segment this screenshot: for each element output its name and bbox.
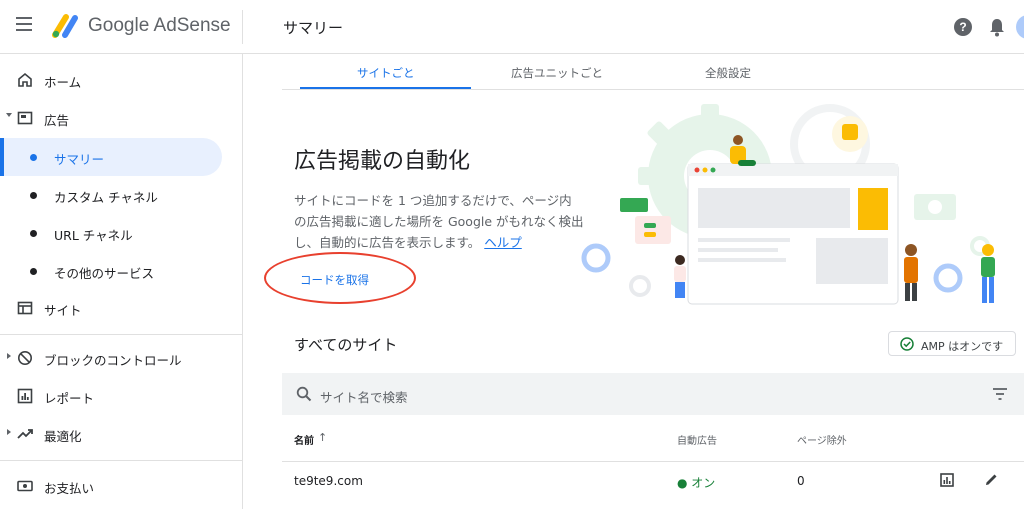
notifications-bell-icon[interactable] — [989, 17, 1005, 37]
chevron-right-icon[interactable] — [7, 429, 11, 435]
site-name-cell[interactable]: te9te9.com — [294, 474, 363, 488]
sidebar-subitem-custom-channels[interactable]: カスタム チャネル — [0, 176, 242, 214]
bullet-icon — [30, 230, 37, 237]
sidebar: ホーム 広告 サマリー カスタム チャネル URL チャネル その他のサービス … — [0, 54, 243, 509]
page-exclusions-cell: 0 — [797, 474, 805, 488]
sidebar-item-label: サマリー — [54, 152, 105, 167]
person-standing-icon — [674, 255, 686, 298]
sidebar-item-label: カスタム チャネル — [54, 190, 158, 205]
sidebar-item-blocking-controls[interactable]: ブロックのコントロール — [0, 340, 242, 376]
reports-icon — [17, 388, 33, 404]
payments-icon — [17, 480, 33, 492]
check-circle-icon — [900, 337, 914, 351]
sidebar-item-label: お支払い — [44, 481, 95, 496]
sidebar-item-label: 最適化 — [44, 429, 82, 444]
sidebar-item-ads[interactable]: 広告 — [0, 100, 242, 136]
person-walking-icon — [981, 244, 995, 303]
help-icon[interactable]: ? — [954, 18, 972, 36]
bullet-icon — [30, 154, 37, 161]
sidebar-item-label: 広告 — [44, 113, 70, 128]
filter-icon[interactable] — [992, 387, 1008, 401]
chef-person-icon — [904, 244, 918, 301]
sidebar-item-payments[interactable]: お支払い — [0, 468, 242, 504]
chevron-down-icon[interactable] — [6, 113, 12, 117]
sidebar-item-optimization[interactable]: 最適化 — [0, 416, 242, 452]
sort-ascending-icon[interactable]: ↑ — [318, 431, 327, 444]
page-title: サマリー — [283, 19, 344, 37]
menu-icon[interactable] — [16, 17, 36, 37]
tab-global-settings[interactable]: 全般設定 — [705, 65, 751, 81]
sidebar-item-label: サイト — [44, 303, 82, 318]
ads-icon — [17, 111, 33, 125]
trending-up-icon — [17, 429, 33, 439]
auto-ads-description-text: サイトにコードを 1 つ追加するだけで、ページ内の広告掲載に適した場所を Goo… — [294, 193, 584, 250]
auto-ads-status-cell[interactable]: ● オン — [677, 474, 715, 491]
divider — [282, 461, 1024, 462]
all-sites-title: すべてのサイト — [294, 336, 398, 354]
sites-icon — [17, 301, 33, 315]
tab-by-site[interactable]: サイトごと — [357, 65, 415, 81]
chevron-right-icon[interactable] — [7, 353, 11, 359]
active-indicator — [0, 138, 4, 176]
adsense-logo-icon — [52, 14, 78, 38]
brand-google: Google — [88, 15, 150, 36]
tab-by-ad-unit[interactable]: 広告ユニットごと — [511, 65, 603, 81]
sidebar-item-home[interactable]: ホーム — [0, 62, 242, 98]
report-icon[interactable] — [940, 473, 954, 487]
sidebar-subitem-summary[interactable]: サマリー — [0, 138, 222, 176]
divider — [0, 460, 242, 461]
column-header-auto-ads: 自動広告 — [677, 436, 717, 447]
bullet-icon — [30, 192, 37, 199]
search-input[interactable]: サイト名で検索 — [320, 387, 408, 406]
edit-pencil-icon[interactable] — [984, 472, 999, 487]
top-app-bar: Google AdSense サマリー ? — [0, 0, 1024, 54]
divider — [0, 334, 242, 335]
divider — [242, 10, 243, 44]
help-link[interactable]: ヘルプ — [484, 235, 522, 250]
bullet-icon — [30, 268, 37, 275]
sidebar-item-label: レポート — [44, 391, 95, 406]
active-tab-indicator — [300, 87, 471, 89]
home-icon — [18, 72, 32, 87]
sidebar-subitem-other-services[interactable]: その他のサービス — [0, 252, 242, 290]
sidebar-item-label: その他のサービス — [54, 266, 155, 281]
tab-bar: サイトごと 広告ユニットごと 全般設定 — [282, 54, 1024, 90]
search-icon — [296, 386, 312, 402]
avatar[interactable] — [1016, 15, 1024, 39]
sidebar-item-label: URL チャネル — [54, 228, 133, 243]
column-header-name[interactable]: 名前 — [294, 432, 314, 447]
auto-ads-title: 広告掲載の自動化 — [294, 149, 471, 174]
brand-product: AdSense — [153, 15, 231, 36]
amp-status-label: AMP はオンです — [921, 340, 1004, 353]
block-icon — [18, 351, 32, 365]
site-search-bar[interactable]: サイト名で検索 — [282, 373, 1024, 415]
auto-ads-illustration — [581, 104, 995, 305]
sidebar-item-sites[interactable]: サイト — [0, 290, 242, 326]
sidebar-item-label: ホーム — [44, 75, 82, 90]
sidebar-subitem-url-channels[interactable]: URL チャネル — [0, 214, 242, 252]
sidebar-item-label: ブロックのコントロール — [44, 353, 182, 368]
auto-ads-description: サイトにコードを 1 つ追加するだけで、ページ内の広告掲載に適した場所を Goo… — [294, 190, 584, 253]
column-header-page-exclusions: ページ除外 — [797, 436, 847, 447]
annotation-circle — [264, 252, 416, 304]
amp-status-chip[interactable]: AMP はオンです — [888, 331, 1016, 356]
sidebar-item-reports[interactable]: レポート — [0, 378, 242, 414]
brand-name[interactable]: Google AdSense — [88, 15, 231, 37]
